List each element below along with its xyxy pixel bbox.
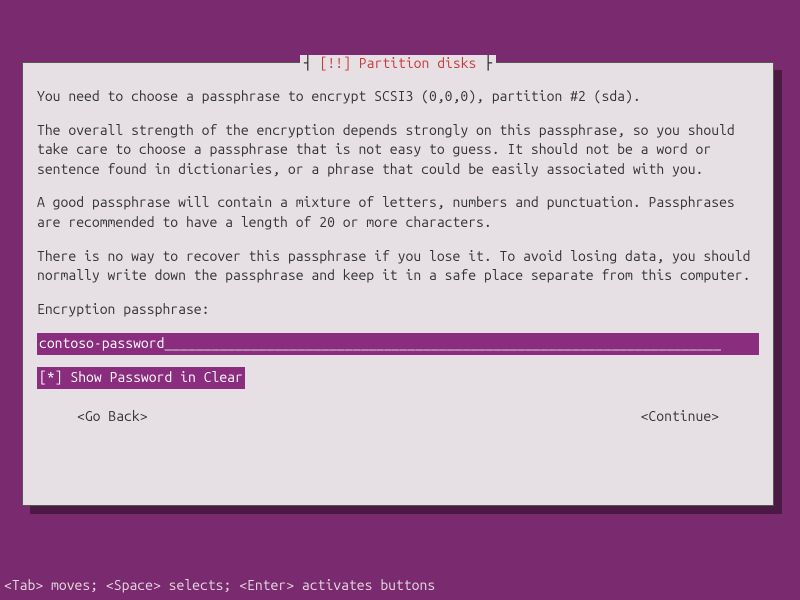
title-urgency-marker: [!!] [320, 55, 351, 71]
dialog-title-row: ┤ [!!] Partition disks ├ [22, 54, 774, 74]
paragraph-good-passphrase: A good passphrase will contain a mixture… [37, 193, 759, 232]
dialog-title: Partition disks [359, 55, 477, 71]
title-bracket-left: ┤ [304, 55, 320, 71]
title-bracket-right: ├ [476, 55, 492, 71]
show-password-checkbox[interactable]: [*] Show Password in Clear [37, 367, 245, 389]
partition-disks-dialog: You need to choose a passphrase to encry… [22, 62, 774, 506]
checkbox-label: Show Password in Clear [70, 369, 242, 385]
passphrase-field-label: Encryption passphrase: [37, 300, 759, 320]
footer-hint: <Tab> moves; <Space> selects; <Enter> ac… [4, 576, 435, 596]
paragraph-strength: The overall strength of the encryption d… [37, 121, 759, 180]
checkbox-mark: [*] [39, 369, 63, 385]
passphrase-input-value: contoso-password [39, 335, 164, 351]
button-row: <Go Back> <Continue> [37, 407, 759, 427]
continue-button[interactable]: <Continue> [641, 407, 719, 427]
paragraph-intro: You need to choose a passphrase to encry… [37, 87, 759, 107]
go-back-button[interactable]: <Go Back> [77, 407, 148, 427]
passphrase-input[interactable]: contoso-password________________________… [37, 333, 759, 355]
paragraph-no-recovery: There is no way to recover this passphra… [37, 247, 759, 286]
input-padding: ________________________________________… [164, 335, 721, 351]
